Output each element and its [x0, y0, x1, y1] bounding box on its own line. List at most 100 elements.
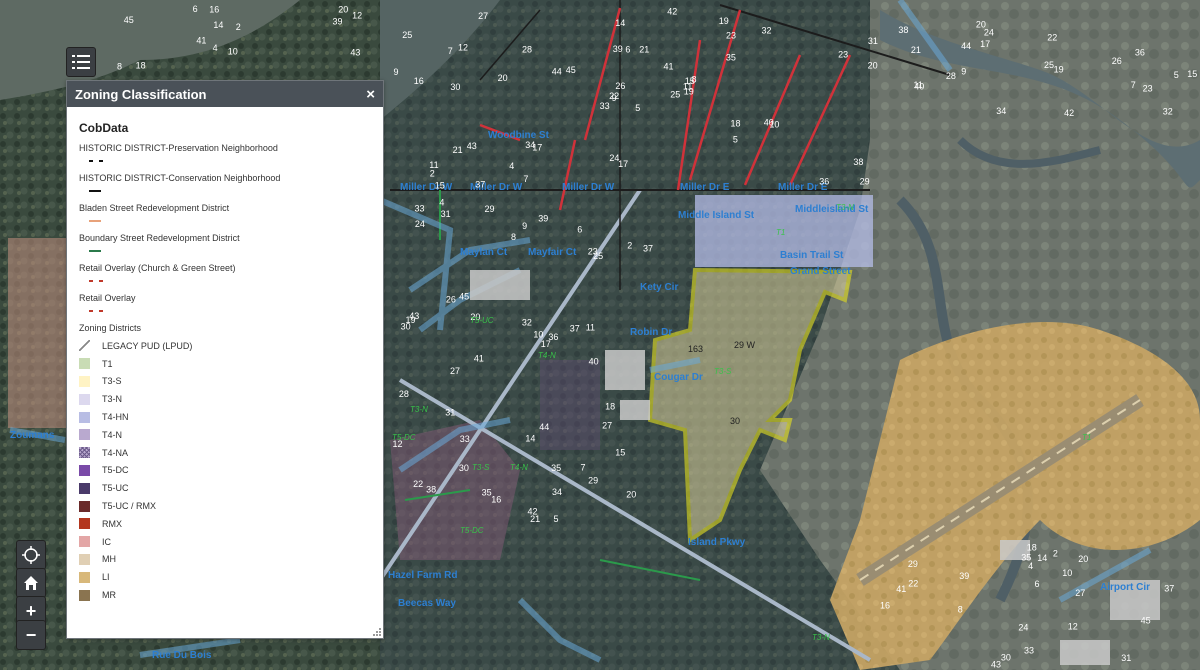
- zone-tag: T5-DC: [460, 526, 484, 535]
- legend-swatch: [79, 358, 90, 370]
- parcel-number: 9: [522, 221, 527, 231]
- close-icon[interactable]: ×: [366, 87, 375, 102]
- legend-zone-item: T5-DC: [79, 462, 371, 480]
- parcel-number: 15: [435, 180, 445, 190]
- parcel-number: 35: [551, 463, 561, 473]
- legend-zone-label: T1: [102, 358, 113, 369]
- legend-line-symbol: [79, 183, 371, 197]
- overlay-list: HISTORIC DISTRICT-Preservation Neighborh…: [79, 143, 371, 317]
- legend-zone-label: RMX: [102, 518, 122, 529]
- parcel-number: 31: [445, 407, 455, 417]
- zone-tag: T4-N: [538, 351, 556, 360]
- parcel-number: 37: [643, 244, 653, 254]
- legend-overlay-label: HISTORIC DISTRICT-Preservation Neighborh…: [79, 143, 278, 153]
- legend-zone-label: T5-UC: [102, 483, 129, 494]
- legend-zone-label: T5-UC / RMX: [102, 501, 156, 512]
- parcel-number: 11: [914, 80, 923, 90]
- parcel-number: 38: [898, 25, 908, 35]
- parcel-number: 45: [1141, 616, 1151, 626]
- parcel-number: 32: [762, 26, 772, 36]
- legend-swatch: [79, 447, 90, 459]
- legend-line-symbol: [79, 273, 371, 287]
- legend-zone-label: MH: [102, 554, 116, 565]
- legend-swatch: [79, 553, 90, 565]
- zone-tag: T3-S: [714, 367, 732, 376]
- parcel-number: 23: [726, 30, 736, 40]
- parcel-number: 25: [593, 251, 603, 261]
- parcel-number: 18: [605, 402, 615, 412]
- parcel-number: 18: [136, 60, 146, 70]
- locate-button[interactable]: [16, 540, 46, 570]
- parcel-number: 22: [1047, 33, 1057, 43]
- street-label: Maylan Ct: [460, 247, 508, 258]
- parcel-number: 36: [1135, 47, 1145, 57]
- layer-name: CobData: [79, 121, 129, 135]
- legend-zone-item: MR: [79, 586, 371, 604]
- parcel-number: 23: [838, 50, 848, 60]
- parcel-number: 22: [413, 479, 423, 489]
- parcel-number: 4: [213, 43, 218, 53]
- parcel-number: 8: [511, 232, 516, 242]
- parcel-number: 38: [853, 157, 863, 167]
- zone-tag: T5-DC: [392, 433, 416, 442]
- legend-overlay-item: HISTORIC DISTRICT-Preservation Neighborh…: [79, 143, 371, 167]
- parcel-number: 41: [896, 584, 906, 594]
- parcel-number: 27: [450, 366, 460, 376]
- parcel-number: 43: [467, 141, 477, 151]
- parcel-number: 7: [581, 462, 586, 472]
- legend-swatch: [79, 482, 90, 494]
- parcel-number: 21: [911, 45, 921, 55]
- legend-zone-item: LI: [79, 568, 371, 586]
- parcel-number: 8: [117, 61, 122, 71]
- parcel-number: 29: [588, 475, 598, 485]
- street-label: Island Pkwy: [688, 537, 746, 548]
- parcel-number: 5: [635, 103, 640, 113]
- parcel-label: 29 W: [734, 340, 756, 350]
- zoning-header: Zoning Districts: [79, 323, 142, 333]
- parcel-number: 14: [615, 18, 625, 28]
- legend-zone-item: LEGACY PUD (LPUD): [79, 337, 371, 355]
- parcel-number: 43: [350, 48, 360, 58]
- parcel-number: 14: [1037, 553, 1047, 563]
- legend-zone-item: T3-S: [79, 373, 371, 391]
- parcel-number: 15: [1187, 69, 1197, 79]
- parcel-number: 42: [1064, 108, 1074, 118]
- parcel-number: 31: [868, 36, 878, 46]
- zone-tag: T3-S: [472, 463, 490, 472]
- parcel-number: 40: [589, 357, 599, 367]
- parcel-number: 32: [522, 318, 532, 328]
- legend-zone-item: T3-N: [79, 390, 371, 408]
- street-label: Middleisland St: [795, 204, 869, 215]
- parcel-number: 34: [552, 487, 562, 497]
- parcel-number: 17: [541, 339, 551, 349]
- zone-tag: T1: [776, 228, 785, 237]
- legend-zone-item: T5-UC / RMX: [79, 497, 371, 515]
- parcel-number: 34: [996, 106, 1006, 116]
- street-label: Basin Trail St: [780, 250, 844, 261]
- legend-list-icon: [72, 55, 90, 69]
- parcel-number: 33: [600, 101, 610, 111]
- parcel-number: 8: [958, 605, 963, 615]
- parcel-number: 31: [1121, 653, 1131, 663]
- parcel-number: 16: [491, 495, 501, 505]
- home-button[interactable]: [16, 568, 46, 598]
- legend-swatch: [79, 375, 90, 387]
- parcel-number: 30: [401, 322, 411, 332]
- parcel-number: 29: [485, 204, 495, 214]
- street-label: Beecas Way: [398, 598, 456, 609]
- legend-body: CobData HISTORIC DISTRICT-Preservation N…: [67, 107, 383, 604]
- parcel-number: 2: [627, 241, 632, 251]
- legend-overlay-label: Boundary Street Redevelopment District: [79, 233, 240, 243]
- zoom-out-button[interactable]: −: [16, 620, 46, 650]
- parcel-number: 35: [726, 53, 736, 63]
- resize-grip-icon[interactable]: [373, 628, 381, 636]
- street-label: Mayfair Ct: [528, 247, 577, 258]
- parcel-number: 26: [615, 81, 625, 91]
- parcel-number: 20: [1078, 554, 1088, 564]
- parcel-number: 12: [458, 42, 468, 52]
- legend-zone-item: MH: [79, 551, 371, 569]
- parcel-number: 10: [228, 46, 238, 56]
- street-label: Woodbine St: [488, 130, 550, 141]
- parcel-number: 39: [333, 16, 343, 26]
- legend-toggle-button[interactable]: [66, 47, 96, 77]
